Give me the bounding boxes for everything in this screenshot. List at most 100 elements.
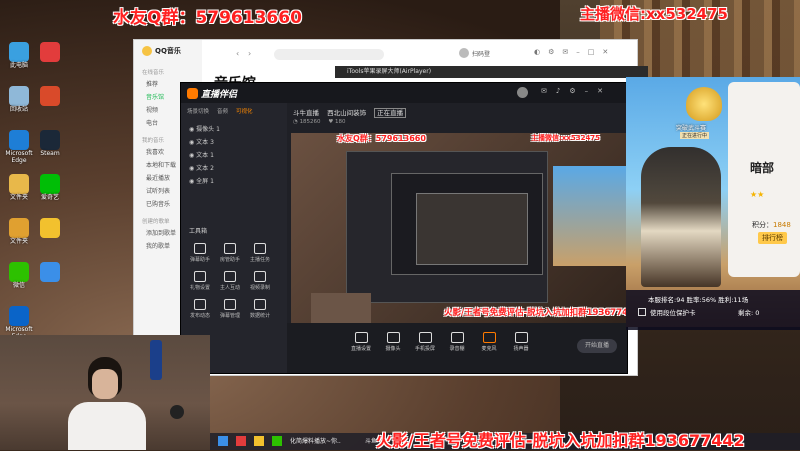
tool-stats[interactable]: 数据统计	[245, 299, 275, 319]
app-icon[interactable]	[218, 436, 228, 446]
channel-info: 斗牛直播 西北山间装饰 正在直播	[293, 107, 407, 118]
source-item[interactable]: ◉ 全屏 1	[181, 175, 287, 188]
stream-titlebar: 直播伴侣 ✉♪⚙–✕	[181, 83, 627, 103]
app-icon[interactable]	[254, 436, 264, 446]
mail-icon[interactable]: ✉	[541, 87, 556, 95]
desktop-shortcut[interactable]	[35, 218, 65, 238]
desktop-icons: 此电脑回收站Microsoft Edge文件夹文件夹微信Microsoft Ed…	[2, 42, 72, 340]
desktop-shortcut[interactable]	[35, 86, 65, 106]
scene-panel: 场景切换 音频 可视化 ◉ 摄像头 1 ◉ 文本 3 ◉ 文本 1 ◉ 文本 2…	[181, 103, 287, 373]
settings-icon[interactable]: ⚙	[569, 87, 584, 95]
channel-stats: ◔ 185260 ♥ 180	[293, 119, 346, 125]
app-icon	[40, 42, 60, 62]
app-icon	[40, 86, 60, 106]
app-icon	[40, 218, 60, 238]
window-controls: ✉♪⚙–✕	[541, 87, 612, 95]
forward-icon[interactable]: ›	[248, 49, 251, 58]
fans-icon: ♥	[328, 119, 335, 125]
source-item[interactable]: ◉ 文本 3	[181, 136, 287, 149]
app-icon[interactable]	[272, 436, 282, 446]
wechat-icon	[9, 262, 29, 282]
tool-post[interactable]: 发布动态	[185, 299, 215, 319]
iqiyi-icon	[40, 174, 60, 194]
tool-gift[interactable]: 礼物设置	[185, 271, 215, 291]
qq-app-name: QQ音乐	[155, 47, 181, 55]
tool-task[interactable]: 主播任务	[245, 243, 275, 263]
microphone-button[interactable]: 麦克风	[475, 332, 503, 352]
tool-interact[interactable]: 主人互动	[215, 271, 245, 291]
protect-card-label: 使用段位保护卡	[650, 309, 696, 317]
hero-card	[728, 82, 800, 277]
protect-remaining: 剩余: 0	[738, 309, 760, 317]
tool-danmu-manage[interactable]: 弹幕管理	[215, 299, 245, 319]
score-label: 积分：	[752, 221, 773, 229]
user-login-label[interactable]: 扫码登	[472, 49, 490, 58]
speaker-button[interactable]: 扬声器	[507, 332, 535, 352]
desktop-shortcut-label: 微信	[12, 282, 25, 289]
close-icon[interactable]: ✕	[597, 87, 612, 95]
close-icon[interactable]: ✕	[602, 48, 616, 56]
desktop-shortcut[interactable]: 此电脑	[4, 42, 34, 69]
camera-button[interactable]: 摄像头	[379, 332, 407, 352]
avatar[interactable]	[517, 87, 528, 98]
desktop-shortcut-label: 回收站	[9, 106, 28, 113]
airplayer-titlebar[interactable]: iTools苹果录屏大师(AirPlayer)	[335, 66, 648, 78]
tool-room-admin[interactable]: 房管助手	[215, 243, 245, 263]
window-controls: ◐⚙✉–□✕	[534, 48, 616, 56]
minimize-icon[interactable]: –	[576, 48, 588, 56]
taskbar-item-music[interactable]: 化简爆料播放~你..	[290, 436, 341, 445]
tab-visual[interactable]: 可视化	[236, 107, 253, 115]
live-settings-button[interactable]: 直播设置	[347, 332, 375, 352]
phone-cast-button[interactable]: 手机投屏	[411, 332, 439, 352]
minimize-icon[interactable]: –	[585, 87, 598, 95]
hero-name: 暗部	[750, 161, 775, 175]
folder-icon	[9, 218, 29, 238]
tab-scene[interactable]: 场景切换	[187, 107, 209, 115]
leaderboard-button[interactable]: 排行榜	[758, 232, 787, 244]
app-icon	[40, 262, 60, 282]
edge-icon	[9, 130, 29, 150]
recording-studio-button[interactable]: 录音棚	[443, 332, 471, 352]
desktop-shortcut[interactable]: Steam	[35, 130, 65, 157]
desktop-shortcut[interactable]: 爱奇艺	[35, 174, 65, 201]
rank-title: 突破武斗赛	[676, 125, 707, 132]
webcam-feed	[0, 335, 210, 450]
desktop-shortcut-label: 爱奇艺	[40, 194, 59, 201]
maximize-icon[interactable]: □	[588, 48, 603, 56]
desktop-shortcut[interactable]	[35, 42, 65, 62]
desktop-shortcut-label: 此电脑	[9, 62, 28, 69]
desktop-shortcut[interactable]: 微信	[4, 262, 34, 289]
tab-audio[interactable]: 音频	[217, 107, 228, 115]
skin-icon[interactable]: ◐	[534, 48, 548, 56]
microphone	[170, 405, 184, 419]
desktop-shortcut[interactable]: 文件夹	[4, 174, 34, 201]
app-icon[interactable]	[236, 436, 246, 446]
back-icon[interactable]: ‹	[236, 49, 239, 58]
go-live-button[interactable]: 开始直播	[577, 339, 617, 353]
preview-overlay-qq: 水友Q群：579613660	[337, 134, 426, 143]
desktop-shortcut[interactable]	[35, 262, 65, 282]
avatar[interactable]	[459, 48, 469, 58]
source-item[interactable]: ◉ 文本 1	[181, 149, 287, 162]
desktop-shortcut[interactable]: 文件夹	[4, 218, 34, 245]
desktop-shortcut[interactable]: Microsoft Edge	[4, 130, 34, 164]
tool-danmu[interactable]: 弹幕助手	[185, 243, 215, 263]
source-item[interactable]: ◉ 文本 2	[181, 162, 287, 175]
sidebar-section-online: 在线音乐	[142, 70, 165, 76]
qq-search-input[interactable]	[274, 49, 384, 60]
stream-preview[interactable]: 水友Q群：579613660 主播微信:xx532475 火影/王者号免费评估-…	[291, 133, 626, 339]
toolbox-grid: 弹幕助手 房管助手 主播任务 礼物设置 主人互动 视频录制 发布动态 弹幕管理 …	[185, 243, 285, 319]
settings-icon[interactable]: ⚙	[548, 48, 562, 56]
overlay-qq-group: 水友Q群：579613660	[113, 8, 302, 28]
mail-icon[interactable]: ✉	[562, 48, 576, 56]
source-list: ◉ 摄像头 1 ◉ 文本 3 ◉ 文本 1 ◉ 文本 2 ◉ 全屏 1	[181, 123, 287, 188]
source-item[interactable]: ◉ 摄像头 1	[181, 123, 287, 136]
protect-checkbox[interactable]	[638, 308, 646, 316]
bell-icon[interactable]: ♪	[556, 87, 569, 95]
desktop-shortcut[interactable]: 回收站	[4, 86, 34, 113]
tool-record[interactable]: 视频录制	[245, 271, 275, 291]
preview-game	[553, 166, 626, 266]
soda-bottle	[150, 340, 162, 380]
qq-music-logo-icon	[142, 46, 152, 56]
stream-controls: 直播设置 摄像头 手机投屏 录音棚 麦克风 扬声器 开始直播	[287, 323, 627, 373]
